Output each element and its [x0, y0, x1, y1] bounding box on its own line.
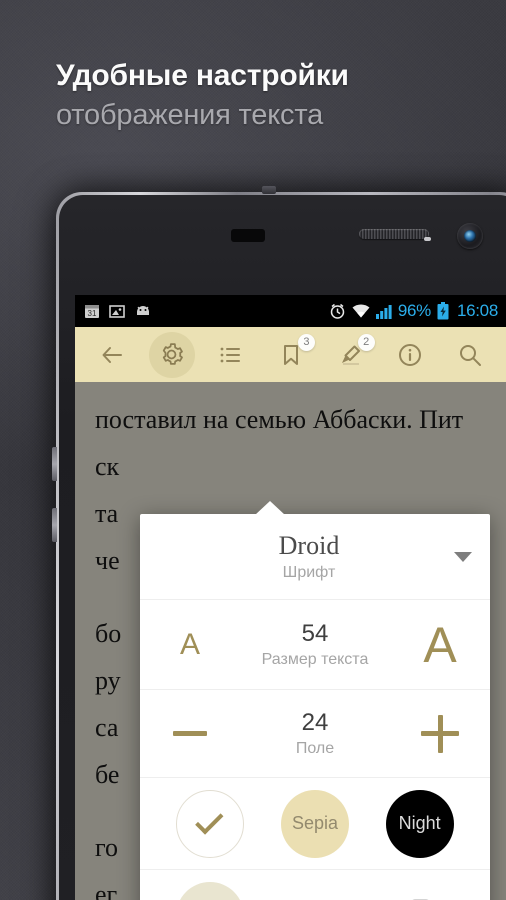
- promo-subheadline: отображения текста: [56, 98, 324, 131]
- theme-row: Sepia Night: [140, 778, 490, 870]
- margin-value: 24: [301, 709, 329, 737]
- font-value-block: Droid Шрифт: [164, 531, 454, 582]
- chevron-down-icon[interactable]: [454, 551, 472, 562]
- check-icon: [195, 805, 224, 835]
- battery-icon: [437, 302, 449, 320]
- svg-text:31: 31: [88, 309, 97, 318]
- decrease-text-size-button[interactable]: A: [164, 629, 216, 660]
- back-button[interactable]: [89, 332, 135, 378]
- layout-row: [140, 870, 490, 900]
- highlight-badge: 2: [357, 333, 375, 351]
- contents-button[interactable]: [208, 332, 254, 378]
- gear-icon: [163, 343, 184, 365]
- two-page-icon: [188, 894, 232, 900]
- landscape-tablet-icon: [293, 894, 337, 900]
- theme-night-label: Night: [398, 813, 441, 833]
- status-bar-left: 31: [84, 303, 329, 319]
- list-icon: [220, 347, 241, 362]
- status-bar-right: 96% 16:08: [329, 301, 498, 321]
- phone-device: 31 96% 16:08 3 2 поставил на семью Аббас…: [56, 192, 506, 900]
- status-bar: 31 96% 16:08: [75, 295, 506, 327]
- settings-button[interactable]: [148, 331, 195, 378]
- phone-bezel-top: [59, 195, 506, 295]
- minus-icon: [173, 731, 207, 736]
- promo-headline: Удобные настройки: [56, 59, 349, 92]
- portrait-phone-icon: [412, 899, 428, 900]
- increase-text-size-button[interactable]: A: [414, 620, 466, 670]
- back-arrow-icon: [102, 346, 122, 363]
- layout-portrait-button[interactable]: [386, 882, 454, 900]
- clock: 16:08: [456, 301, 498, 320]
- theme-night-button[interactable]: Night: [385, 789, 454, 858]
- front-camera-icon: [457, 223, 483, 249]
- info-button[interactable]: [387, 332, 433, 378]
- text-size-value-block: 54 Размер текста: [216, 620, 414, 669]
- text-size-value: 54: [301, 620, 329, 648]
- earpiece-speaker-icon: [359, 229, 429, 239]
- layout-two-page-button[interactable]: [176, 882, 245, 900]
- font-value: Droid: [278, 531, 340, 561]
- phone-body: 31 96% 16:08 3 2 поставил на семью Аббас…: [59, 195, 506, 900]
- bookmarks-button[interactable]: 3: [268, 332, 315, 378]
- info-icon: [399, 343, 422, 366]
- margin-row: 24 Поле: [140, 690, 490, 778]
- calendar-icon: 31: [85, 305, 99, 318]
- signal-icon: [375, 304, 392, 319]
- theme-sepia-label: Sepia: [291, 813, 338, 833]
- margin-value-block: 24 Поле: [216, 709, 414, 758]
- image-icon: [109, 305, 125, 318]
- android-icon: [137, 306, 149, 315]
- phone-top-mic: [262, 186, 276, 194]
- search-icon: [459, 344, 481, 366]
- bookmark-badge: 3: [297, 333, 315, 351]
- theme-sepia-button[interactable]: Sepia: [280, 789, 349, 858]
- text-size-label: Размер текста: [261, 650, 369, 668]
- display-settings-dialog: Droid Шрифт A 54 Размер текста A 24 Поле…: [140, 501, 490, 900]
- layout-landscape-button[interactable]: [281, 882, 349, 900]
- wifi-icon: [352, 303, 370, 317]
- notification-led-icon: [424, 237, 431, 241]
- dialog-pointer: [255, 501, 285, 515]
- font-row[interactable]: Droid Шрифт: [140, 514, 490, 600]
- promo-headline-block: Удобные настройки отображения текста: [56, 58, 349, 134]
- increase-margin-button[interactable]: [414, 714, 466, 753]
- proximity-sensor-icon: [231, 229, 265, 242]
- search-button[interactable]: [447, 332, 493, 378]
- text-size-row: A 54 Размер текста A: [140, 600, 490, 690]
- battery-percent: 96%: [397, 301, 431, 320]
- theme-day-button[interactable]: [176, 789, 245, 858]
- highlights-button[interactable]: 2: [328, 332, 375, 378]
- volume-down-button[interactable]: [52, 508, 57, 542]
- plus-icon-v: [437, 714, 443, 753]
- reader-toolbar: 3 2: [75, 327, 506, 382]
- font-label: Шрифт: [282, 563, 336, 581]
- volume-up-button[interactable]: [52, 447, 57, 481]
- margin-label: Поле: [295, 739, 335, 757]
- phone-screen: 31 96% 16:08 3 2 поставил на семью Аббас…: [75, 295, 506, 900]
- alarm-icon: [330, 303, 345, 319]
- decrease-margin-button[interactable]: [164, 731, 216, 736]
